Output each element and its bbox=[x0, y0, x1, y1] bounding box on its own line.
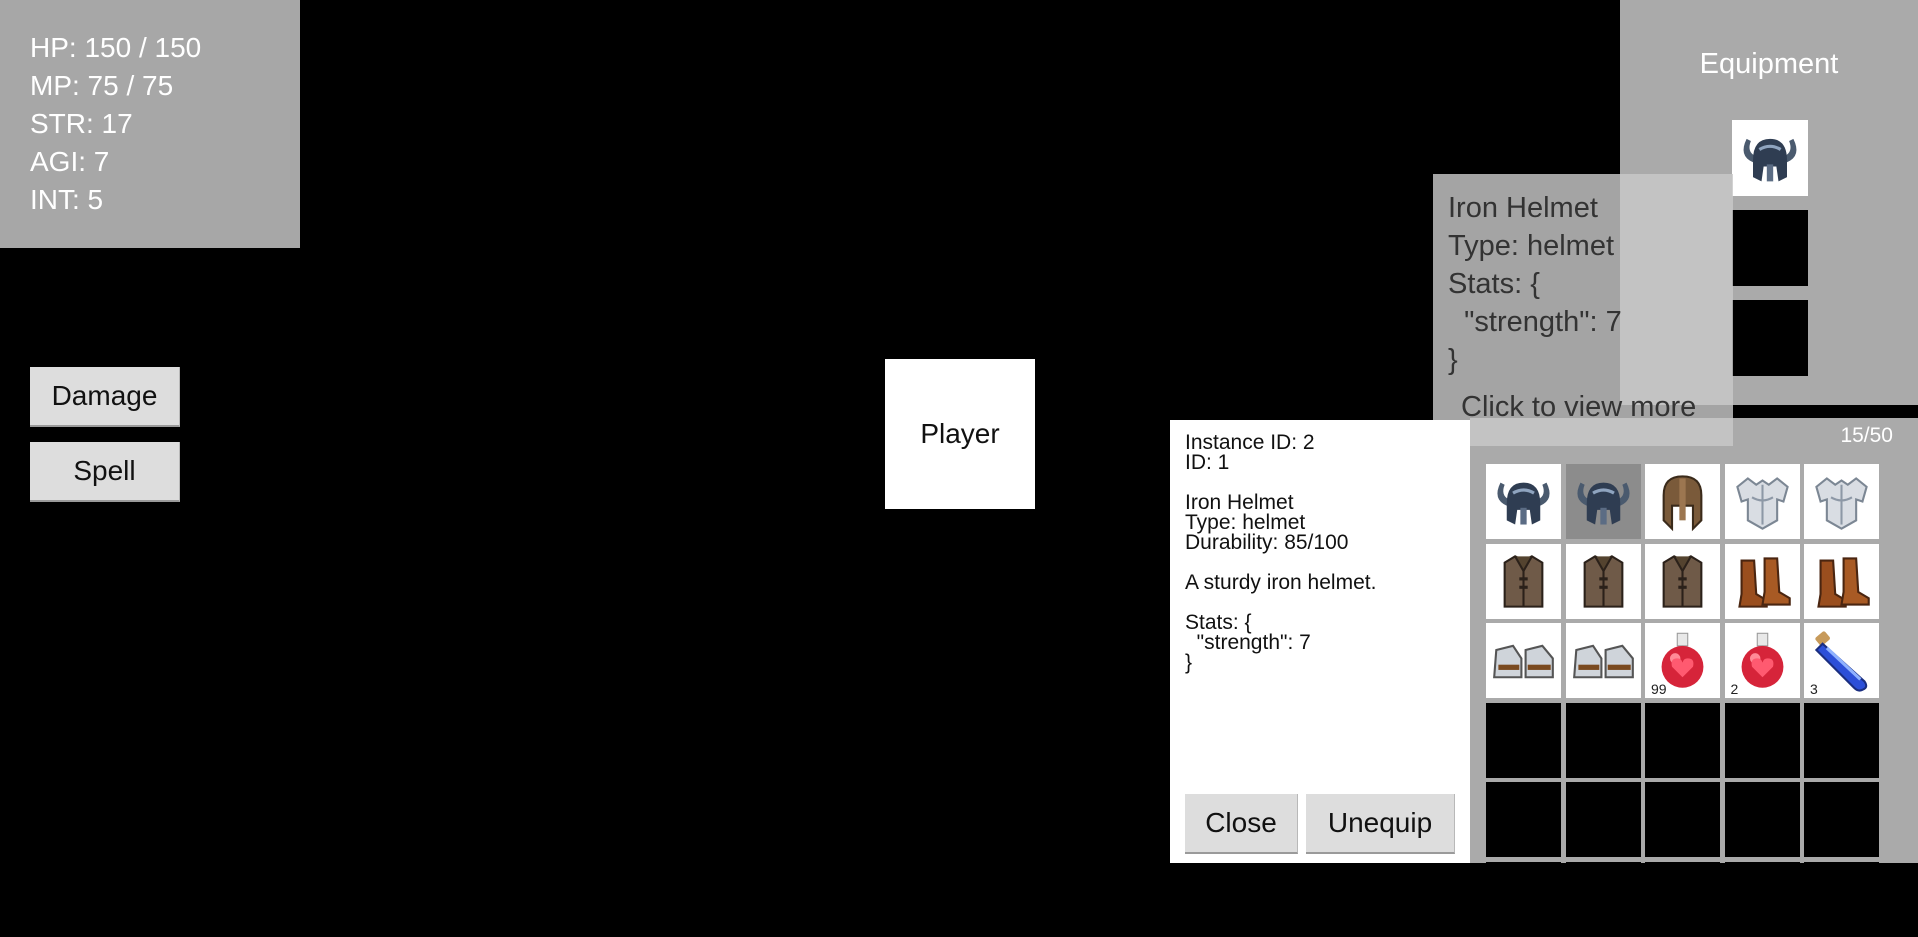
leather-armor-icon bbox=[1649, 548, 1716, 615]
inventory-slot[interactable] bbox=[1565, 543, 1641, 619]
item-quantity: 99 bbox=[1651, 681, 1667, 697]
detail-name: Iron Helmet bbox=[1185, 491, 1294, 514]
inventory-slot[interactable] bbox=[1645, 464, 1720, 539]
detail-stats-open: Stats: { bbox=[1185, 611, 1252, 634]
inventory-slot[interactable]: 3 bbox=[1804, 623, 1879, 698]
silver-chestplate-icon bbox=[1729, 468, 1796, 535]
inventory-slot[interactable] bbox=[1804, 543, 1879, 619]
detail-stats-line: "strength": 7 bbox=[1185, 631, 1311, 654]
horned-helmet-icon bbox=[1570, 468, 1637, 535]
inventory-slot-empty[interactable] bbox=[1804, 702, 1879, 778]
hp-stat: HP: 150 / 150 bbox=[30, 32, 202, 63]
mana-vial-icon bbox=[1808, 627, 1875, 694]
health-potion-icon bbox=[1729, 627, 1796, 694]
tooltip-hint: Click to view more bbox=[1461, 391, 1697, 423]
close-button[interactable]: Close bbox=[1185, 794, 1298, 854]
inventory-slot[interactable] bbox=[1645, 543, 1720, 619]
player-sprite[interactable]: Player bbox=[885, 359, 1035, 509]
detail-type: Type: helmet bbox=[1185, 511, 1306, 534]
inventory-slot-empty[interactable] bbox=[1645, 702, 1720, 778]
inventory-slot[interactable] bbox=[1565, 623, 1641, 698]
equipment-slot-feet[interactable] bbox=[1732, 300, 1808, 376]
inventory-slot-empty[interactable] bbox=[1724, 782, 1800, 857]
inventory-slot-empty[interactable] bbox=[1486, 782, 1561, 857]
detail-durability: Durability: 85/100 bbox=[1185, 531, 1349, 554]
spell-button[interactable]: Spell bbox=[30, 442, 180, 502]
agi-stat: AGI: 7 bbox=[30, 146, 110, 177]
inventory-slot-empty[interactable] bbox=[1565, 702, 1641, 778]
leather-armor-icon bbox=[1570, 548, 1637, 615]
steel-boots-icon bbox=[1490, 627, 1557, 694]
detail-instance-id: Instance ID: 2 bbox=[1185, 431, 1315, 454]
inventory-slot-empty[interactable] bbox=[1565, 782, 1641, 857]
detail-stats-close: } bbox=[1185, 651, 1193, 674]
detail-description: A sturdy iron helmet. bbox=[1185, 571, 1377, 594]
inventory-slot-empty[interactable] bbox=[1724, 702, 1800, 778]
equipment-slot-head[interactable] bbox=[1732, 120, 1808, 196]
inventory-slot-empty[interactable] bbox=[1804, 782, 1879, 857]
inventory-slot-empty[interactable] bbox=[1486, 702, 1561, 778]
equipment-slot-body[interactable] bbox=[1732, 210, 1808, 286]
equipment-title: Equipment bbox=[1699, 48, 1839, 80]
stats-panel: HP: 150 / 150 MP: 75 / 75 STR: 17 AGI: 7… bbox=[0, 0, 300, 248]
inventory-count: 15/50 bbox=[1840, 424, 1893, 447]
bronze-helmet-icon bbox=[1649, 468, 1716, 535]
silver-chestplate-icon bbox=[1808, 468, 1875, 535]
inventory-slot[interactable] bbox=[1486, 464, 1561, 539]
inventory-slot[interactable] bbox=[1724, 464, 1800, 539]
inventory-slot-empty[interactable] bbox=[1645, 861, 1720, 937]
tooltip-item-name: Iron Helmet bbox=[1448, 192, 1598, 224]
horned-helmet-icon bbox=[1490, 468, 1557, 535]
inventory-slot-empty[interactable] bbox=[1486, 861, 1561, 937]
inventory-slot-empty[interactable] bbox=[1645, 782, 1720, 857]
tooltip-stats-close: } bbox=[1448, 344, 1458, 376]
mp-stat: MP: 75 / 75 bbox=[30, 70, 174, 101]
str-stat: STR: 17 bbox=[30, 108, 133, 139]
int-stat: INT: 5 bbox=[30, 184, 104, 215]
leather-boots-icon bbox=[1729, 548, 1796, 615]
inventory-slot[interactable] bbox=[1486, 543, 1561, 619]
inventory-slot[interactable]: 2 bbox=[1724, 623, 1800, 698]
inventory-slot[interactable]: 99 bbox=[1645, 623, 1720, 698]
tooltip-item-type: Type: helmet bbox=[1448, 230, 1615, 262]
tooltip-stats-open: Stats: { bbox=[1448, 268, 1540, 300]
item-quantity: 2 bbox=[1730, 681, 1739, 697]
inventory-slot[interactable] bbox=[1565, 464, 1641, 539]
inventory-slot-empty[interactable] bbox=[1724, 861, 1800, 937]
player-label: Player bbox=[920, 418, 1000, 449]
unequip-button[interactable]: Unequip bbox=[1306, 794, 1455, 854]
damage-button[interactable]: Damage bbox=[30, 367, 180, 427]
item-detail-panel: Instance ID: 2 ID: 1 Iron Helmet Type: h… bbox=[1170, 420, 1470, 863]
inventory-slot[interactable] bbox=[1804, 464, 1879, 539]
inventory-slot[interactable] bbox=[1486, 623, 1561, 698]
leather-boots-icon bbox=[1808, 548, 1875, 615]
leather-armor-icon bbox=[1490, 548, 1557, 615]
iron-helmet-icon bbox=[1736, 124, 1804, 192]
steel-boots-icon bbox=[1570, 627, 1637, 694]
inventory-slot-empty[interactable] bbox=[1565, 861, 1641, 937]
item-quantity: 3 bbox=[1810, 681, 1818, 697]
inventory-slot-empty[interactable] bbox=[1804, 861, 1879, 937]
inventory-slot[interactable] bbox=[1724, 543, 1800, 619]
tooltip-stats-line: "strength": 7 bbox=[1448, 306, 1622, 338]
detail-id: ID: 1 bbox=[1185, 451, 1230, 474]
